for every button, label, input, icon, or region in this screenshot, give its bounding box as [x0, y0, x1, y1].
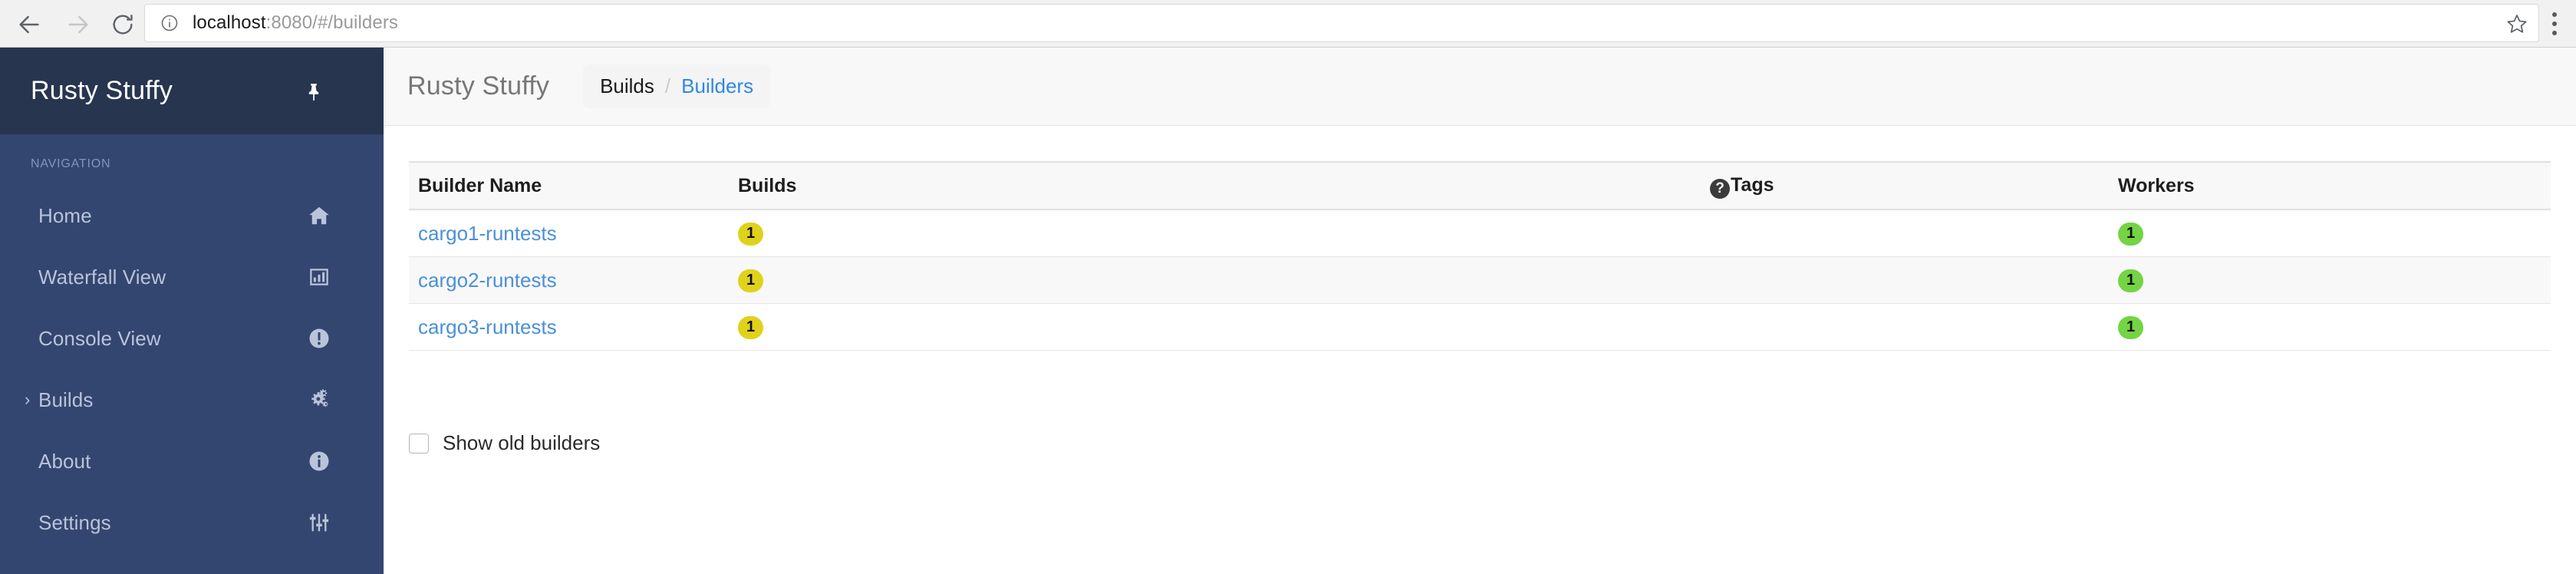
- column-header-tags[interactable]: ? Tags: [1701, 161, 2109, 210]
- cell-tags: [1701, 256, 2109, 304]
- workers-count-badge[interactable]: 1: [2118, 315, 2143, 339]
- url-path: :8080/#/builders: [265, 12, 399, 33]
- builder-link[interactable]: cargo1-runtests: [418, 222, 557, 245]
- sidebar-item-home[interactable]: Home: [0, 185, 384, 246]
- back-arrow-icon: [16, 12, 42, 38]
- three-dot-menu-icon: [2552, 12, 2557, 17]
- forward-button[interactable]: [63, 9, 94, 40]
- builders-table-body: cargo1-runtests 1 1 cargo2-runtests 1 1 …: [409, 209, 2551, 351]
- exclamation-circle-icon: [307, 326, 331, 351]
- show-old-builders-checkbox[interactable]: [409, 433, 429, 454]
- builder-link[interactable]: cargo3-runtests: [418, 315, 557, 338]
- breadcrumb-item-builders[interactable]: Builders: [681, 74, 753, 98]
- cell-workers: 1: [2109, 209, 2551, 257]
- nav-section-title: NAVIGATION: [31, 157, 111, 170]
- cell-builds: 1: [729, 303, 1701, 351]
- url-host: localhost: [193, 12, 266, 33]
- cell-builder-name: cargo1-runtests: [409, 209, 729, 257]
- builds-count-badge[interactable]: 1: [738, 269, 763, 292]
- show-old-builders-label[interactable]: Show old builders: [443, 431, 600, 455]
- address-bar[interactable]: localhost:8080/#/builders: [144, 4, 2539, 42]
- info-circle-icon[interactable]: [160, 14, 179, 32]
- reload-button[interactable]: [107, 9, 138, 40]
- bar-chart-icon: [307, 265, 331, 289]
- builder-link[interactable]: cargo2-runtests: [418, 269, 557, 292]
- breadcrumb-item-builds[interactable]: Builds: [600, 74, 654, 98]
- sidebar-item-console-view[interactable]: Console View: [0, 308, 384, 369]
- show-old-builders-row: Show old builders: [409, 431, 600, 455]
- breadcrumb: Builds / Builders: [583, 64, 771, 108]
- sidebar-item-label: Builds: [38, 388, 94, 411]
- cell-tags: [1701, 303, 2109, 351]
- cell-tags: [1701, 209, 2109, 257]
- browser-toolbar: localhost:8080/#/builders: [0, 0, 2576, 48]
- sidebar-item-waterfall-view[interactable]: Waterfall View: [0, 246, 384, 308]
- back-button[interactable]: [14, 9, 44, 40]
- sidebar: Rusty Stuffy NAVIGATION Home Waterfall V…: [0, 48, 384, 574]
- chevron-right-icon: ›: [25, 390, 31, 409]
- sidebar-item-label: Home: [38, 203, 92, 227]
- star-icon[interactable]: [2506, 13, 2528, 35]
- page-title: Rusty Stuffy: [407, 71, 550, 101]
- table-row: cargo2-runtests 1 1: [409, 256, 2551, 304]
- cell-builder-name: cargo3-runtests: [409, 303, 729, 351]
- cell-builds: 1: [729, 209, 1701, 257]
- sidebar-item-label: Settings: [38, 510, 111, 534]
- sliders-icon: [307, 510, 331, 535]
- breadcrumb-separator: /: [664, 74, 671, 97]
- three-dot-menu-icon: [2552, 31, 2557, 35]
- column-header-builds[interactable]: Builds: [729, 161, 1701, 210]
- page-header: Rusty Stuffy Builds / Builders: [384, 48, 2576, 126]
- sidebar-header: Rusty Stuffy: [0, 48, 384, 134]
- nav-list: Home Waterfall View Console View › Build…: [0, 185, 384, 553]
- sidebar-item-label: Console View: [38, 326, 161, 350]
- workers-count-badge[interactable]: 1: [2118, 222, 2143, 246]
- cell-workers: 1: [2109, 303, 2551, 351]
- cogs-icon: [307, 388, 331, 412]
- column-header-tags-label: Tags: [1731, 174, 1774, 196]
- url-text: localhost:8080/#/builders: [193, 12, 398, 34]
- cell-builder-name: cargo2-runtests: [409, 256, 729, 304]
- reload-icon: [110, 12, 135, 37]
- question-circle-icon[interactable]: ?: [1710, 179, 1730, 199]
- brand-title[interactable]: Rusty Stuffy: [31, 76, 173, 106]
- forward-arrow-icon: [65, 12, 91, 38]
- cell-workers: 1: [2109, 256, 2551, 304]
- table-header-row: Builder Name Builds ? Tags Workers: [409, 161, 2551, 210]
- browser-menu-button[interactable]: [2552, 12, 2557, 35]
- workers-count-badge[interactable]: 1: [2118, 269, 2143, 292]
- home-icon: [307, 203, 331, 228]
- sidebar-item-builds[interactable]: › Builds: [0, 369, 384, 430]
- sidebar-item-label: About: [38, 449, 91, 473]
- cell-builds: 1: [729, 256, 1701, 304]
- info-circle-icon: [307, 449, 331, 473]
- main-content: Rusty Stuffy Builds / Builders Builder N…: [384, 48, 2576, 574]
- table-row: cargo3-runtests 1 1: [409, 303, 2551, 351]
- column-header-workers[interactable]: Workers: [2109, 161, 2551, 210]
- table-row: cargo1-runtests 1 1: [409, 209, 2551, 257]
- builds-count-badge[interactable]: 1: [738, 315, 763, 339]
- sidebar-item-label: Waterfall View: [38, 265, 166, 289]
- builders-table: Builder Name Builds ? Tags Workers cargo1…: [409, 161, 2551, 351]
- column-header-builder-name[interactable]: Builder Name: [409, 161, 729, 210]
- pin-icon[interactable]: [304, 81, 324, 103]
- sidebar-item-about[interactable]: About: [0, 430, 384, 492]
- sidebar-item-settings[interactable]: Settings: [0, 492, 384, 553]
- builds-count-badge[interactable]: 1: [738, 222, 763, 246]
- three-dot-menu-icon: [2552, 21, 2557, 26]
- builders-table-head: Builder Name Builds ? Tags Workers: [409, 161, 2551, 210]
